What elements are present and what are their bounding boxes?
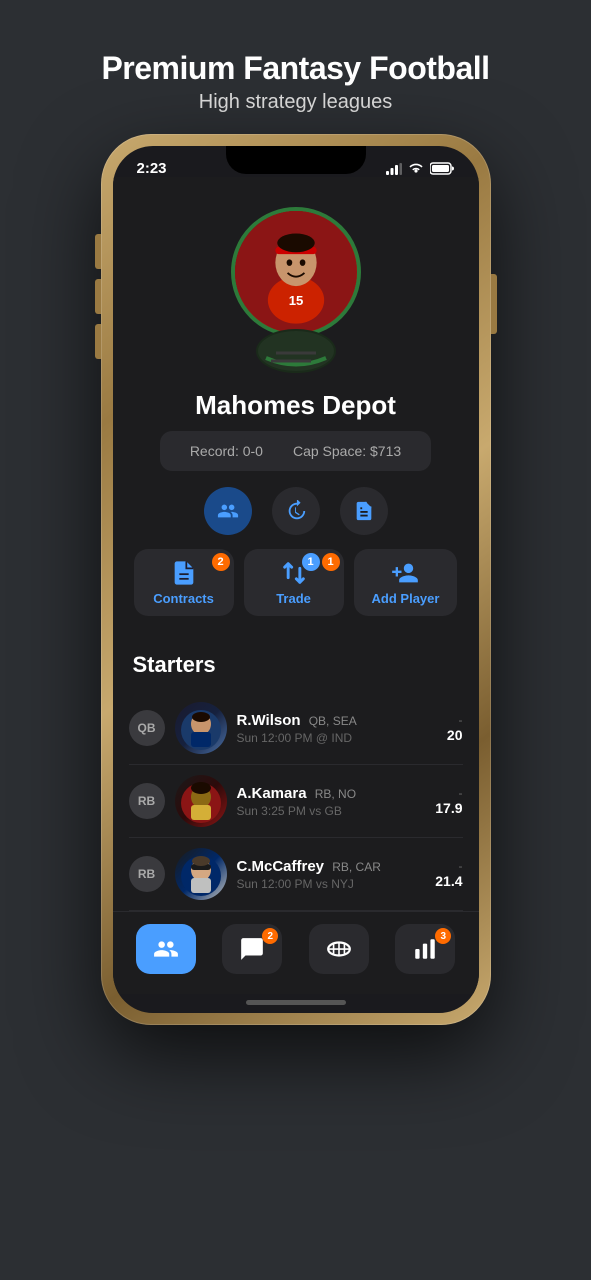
cap-space-stat: Cap Space: $713 bbox=[293, 443, 401, 459]
player-schedule: Sun 3:25 PM vs GB bbox=[237, 804, 426, 818]
player-info-kamara: A.Kamara RB, NO Sun 3:25 PM vs GB bbox=[237, 785, 426, 818]
position-badge-qb: QB bbox=[129, 710, 165, 746]
trade-badge-orange: 1 bbox=[322, 553, 340, 571]
football-tab-icon bbox=[326, 936, 352, 962]
trade-label: Trade bbox=[276, 591, 311, 606]
chat-tab-badge: 2 bbox=[262, 928, 278, 944]
tab-football[interactable] bbox=[309, 924, 369, 974]
player-row[interactable]: QB R.Wilson bbox=[129, 692, 463, 765]
helmet-decoration bbox=[251, 323, 341, 378]
player-row[interactable]: RB A.Kamara bbox=[129, 765, 463, 838]
position-badge-rb1: RB bbox=[129, 783, 165, 819]
chat-tab-icon bbox=[239, 936, 265, 962]
home-indicator bbox=[246, 1000, 346, 1005]
helmet-svg bbox=[251, 323, 341, 373]
tab-stats[interactable]: 3 bbox=[395, 924, 455, 974]
battery-icon bbox=[430, 162, 455, 175]
player-avatar-svg: 15 bbox=[235, 211, 357, 333]
tab-chat[interactable]: 2 bbox=[222, 924, 282, 974]
player-name: R.Wilson bbox=[237, 712, 301, 729]
app-subtitle: High strategy leagues bbox=[101, 91, 489, 114]
profile-section: 15 Mahomes Depot bbox=[113, 177, 479, 652]
tab-bar: 2 3 bbox=[113, 911, 479, 994]
player-score-mccaffrey: - 21.4 bbox=[435, 859, 462, 889]
player-info-wilson: R.Wilson QB, SEA Sun 12:00 PM @ IND bbox=[237, 712, 437, 745]
player-pos-team: QB, SEA bbox=[309, 714, 357, 728]
player-name: C.McCaffrey bbox=[237, 858, 325, 875]
player-schedule: Sun 12:00 PM @ IND bbox=[237, 731, 437, 745]
tab-roster[interactable] bbox=[136, 924, 196, 974]
team-avatar: 15 bbox=[231, 207, 361, 337]
team-name: Mahomes Depot bbox=[195, 390, 396, 421]
history-icon-btn[interactable] bbox=[272, 487, 320, 535]
contracts-label: Contracts bbox=[153, 591, 214, 606]
phone-frame: 2:23 bbox=[101, 134, 491, 1025]
phone-screen: 2:23 bbox=[113, 146, 479, 1013]
player-score-kamara: - 17.9 bbox=[435, 786, 462, 816]
app-title: Premium Fantasy Football bbox=[101, 50, 489, 87]
add-player-label: Add Player bbox=[372, 591, 440, 606]
player-pos-team: RB, NO bbox=[315, 787, 356, 801]
status-icons bbox=[386, 162, 455, 175]
main-action-row: 2 Contracts 1 1 bbox=[133, 549, 459, 616]
notes-icon-btn[interactable] bbox=[340, 487, 388, 535]
svg-text:15: 15 bbox=[288, 293, 303, 308]
status-time: 2:23 bbox=[137, 160, 167, 177]
wifi-icon bbox=[408, 163, 424, 175]
trade-badge-blue: 1 bbox=[302, 553, 320, 571]
history-icon bbox=[285, 500, 307, 522]
notes-icon bbox=[353, 500, 375, 522]
stats-tab-icon bbox=[412, 936, 438, 962]
app-header: Premium Fantasy Football High strategy l… bbox=[81, 20, 509, 134]
position-badge-rb2: RB bbox=[129, 856, 165, 892]
contracts-badge: 2 bbox=[212, 553, 230, 571]
add-player-button[interactable]: Add Player bbox=[354, 549, 458, 616]
phone-notch bbox=[226, 146, 366, 174]
contracts-button[interactable]: 2 Contracts bbox=[134, 549, 234, 616]
stats-tab-badge: 3 bbox=[435, 928, 451, 944]
add-player-icon bbox=[391, 559, 419, 587]
stats-bar: Record: 0-0 Cap Space: $713 bbox=[160, 431, 431, 471]
trade-button[interactable]: 1 1 Trade bbox=[244, 549, 344, 616]
record-stat: Record: 0-0 bbox=[190, 443, 263, 459]
action-icons-row bbox=[204, 487, 388, 535]
signal-icon bbox=[386, 163, 402, 175]
page-wrapper: Premium Fantasy Football High strategy l… bbox=[0, 20, 591, 1025]
contracts-icon bbox=[170, 559, 198, 587]
player-row[interactable]: RB bbox=[129, 838, 463, 911]
roster-icon-btn[interactable] bbox=[204, 487, 252, 535]
player-pos-team: RB, CAR bbox=[332, 860, 381, 874]
player-schedule: Sun 12:00 PM vs NYJ bbox=[237, 877, 426, 891]
roster-tab-icon bbox=[153, 936, 179, 962]
player-avatar-kamara bbox=[175, 775, 227, 827]
player-info-mccaffrey: C.McCaffrey RB, CAR Sun 12:00 PM vs NYJ bbox=[237, 858, 426, 891]
player-score-wilson: - 20 bbox=[447, 713, 463, 743]
player-avatar-wilson bbox=[175, 702, 227, 754]
starters-title: Starters bbox=[129, 652, 463, 678]
people-icon bbox=[217, 500, 239, 522]
player-avatar-mccaffrey bbox=[175, 848, 227, 900]
starters-section: Starters QB bbox=[113, 652, 479, 911]
player-name: A.Kamara bbox=[237, 785, 307, 802]
